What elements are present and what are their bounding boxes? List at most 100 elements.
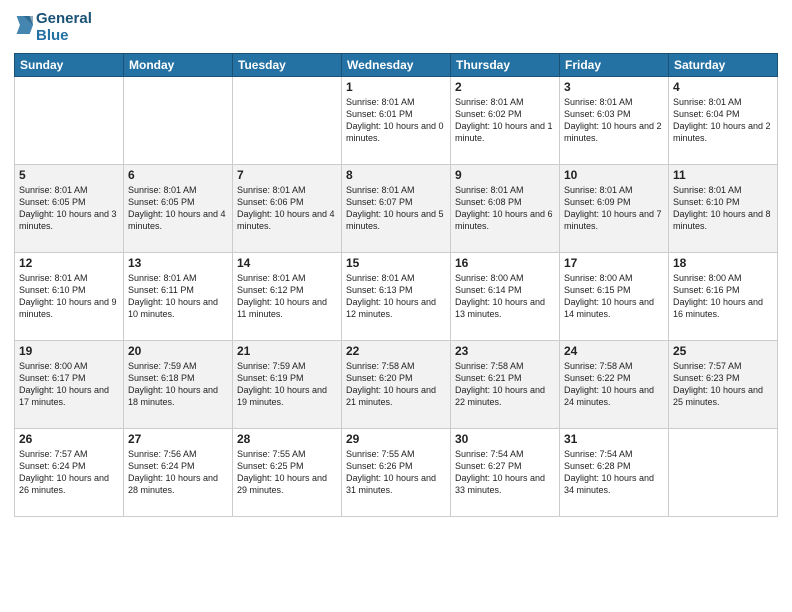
calendar-cell: 30Sunrise: 7:54 AMSunset: 6:27 PMDayligh… [451,428,560,516]
day-info: Sunrise: 8:00 AMSunset: 6:16 PMDaylight:… [673,272,773,321]
day-number: 20 [128,344,228,358]
calendar-cell: 5 Sunrise: 8:01 AMSunset: 6:05 PMDaylight… [15,164,124,252]
calendar-cell [124,76,233,164]
weekday-header-row: SundayMondayTuesdayWednesdayThursdayFrid… [15,53,778,76]
calendar-cell: 17 Sunrise: 8:00 AMSunset: 6:15 PMDayligh… [560,252,669,340]
calendar-cell [233,76,342,164]
calendar-cell: 8 Sunrise: 8:01 AMSunset: 6:07 PMDaylight… [342,164,451,252]
logo: General Blue [14,10,92,45]
calendar-cell: 9 Sunrise: 8:01 AMSunset: 6:08 PMDaylight… [451,164,560,252]
day-info: Sunrise: 8:01 AMSunset: 6:04 PMDaylight:… [673,96,773,145]
day-info: Sunrise: 8:01 AMSunset: 6:02 PMDaylight:… [455,96,555,145]
day-number: 1 [346,80,446,94]
day-number: 15 [346,256,446,270]
calendar-cell: 18Sunrise: 8:00 AMSunset: 6:16 PMDayligh… [669,252,778,340]
day-number: 28 [237,432,337,446]
day-info: Sunrise: 8:00 AMSunset: 6:15 PMDaylight:… [564,272,664,321]
calendar-cell: 1Sunrise: 8:01 AMSunset: 6:01 PMDaylight… [342,76,451,164]
weekday-friday: Friday [560,53,669,76]
day-info: Sunrise: 7:57 AMSunset: 6:23 PMDaylight:… [673,360,773,409]
day-info: Sunrise: 8:01 AMSunset: 6:10 PMDaylight:… [673,184,773,233]
day-number: 25 [673,344,773,358]
day-number: 27 [128,432,228,446]
calendar-cell: 10 Sunrise: 8:01 AMSunset: 6:09 PMDayligh… [560,164,669,252]
calendar-cell: 31 Sunrise: 7:54 AMSunset: 6:28 PMDayligh… [560,428,669,516]
day-number: 24 [564,344,664,358]
weekday-tuesday: Tuesday [233,53,342,76]
header: General Blue [14,10,778,45]
calendar-cell: 12 Sunrise: 8:01 AMSunset: 6:10 PMDayligh… [15,252,124,340]
day-info: Sunrise: 8:01 AMSunset: 6:10 PMDaylight:… [19,272,119,321]
calendar-week-5: 26 Sunrise: 7:57 AMSunset: 6:24 PMDayligh… [15,428,778,516]
day-number: 2 [455,80,555,94]
calendar-cell: 15 Sunrise: 8:01 AMSunset: 6:13 PMDayligh… [342,252,451,340]
logo-icon [15,14,33,36]
day-info: Sunrise: 7:56 AMSunset: 6:24 PMDaylight:… [128,448,228,497]
weekday-wednesday: Wednesday [342,53,451,76]
day-number: 9 [455,168,555,182]
day-number: 3 [564,80,664,94]
day-info: Sunrise: 8:00 AMSunset: 6:14 PMDaylight:… [455,272,555,321]
calendar-cell: 21 Sunrise: 7:59 AMSunset: 6:19 PMDayligh… [233,340,342,428]
day-number: 4 [673,80,773,94]
day-number: 12 [19,256,119,270]
calendar-week-3: 12 Sunrise: 8:01 AMSunset: 6:10 PMDayligh… [15,252,778,340]
calendar-cell: 13 Sunrise: 8:01 AMSunset: 6:11 PMDayligh… [124,252,233,340]
day-info: Sunrise: 8:01 AMSunset: 6:11 PMDaylight:… [128,272,228,321]
day-number: 10 [564,168,664,182]
day-number: 14 [237,256,337,270]
day-number: 8 [346,168,446,182]
calendar-cell: 14 Sunrise: 8:01 AMSunset: 6:12 PMDayligh… [233,252,342,340]
day-number: 31 [564,432,664,446]
day-info: Sunrise: 8:00 AMSunset: 6:17 PMDaylight:… [19,360,119,409]
day-info: Sunrise: 7:58 AMSunset: 6:20 PMDaylight:… [346,360,446,409]
calendar-cell: 22Sunrise: 7:58 AMSunset: 6:20 PMDayligh… [342,340,451,428]
calendar-week-4: 19Sunrise: 8:00 AMSunset: 6:17 PMDayligh… [15,340,778,428]
day-info: Sunrise: 8:01 AMSunset: 6:12 PMDaylight:… [237,272,337,321]
day-info: Sunrise: 7:58 AMSunset: 6:22 PMDaylight:… [564,360,664,409]
calendar-cell: 7 Sunrise: 8:01 AMSunset: 6:06 PMDaylight… [233,164,342,252]
calendar-cell: 26 Sunrise: 7:57 AMSunset: 6:24 PMDayligh… [15,428,124,516]
day-info: Sunrise: 7:54 AMSunset: 6:28 PMDaylight:… [564,448,664,497]
logo-line2: Blue [36,27,92,44]
calendar-cell [15,76,124,164]
day-number: 16 [455,256,555,270]
calendar-cell: 23Sunrise: 7:58 AMSunset: 6:21 PMDayligh… [451,340,560,428]
calendar-cell: 20 Sunrise: 7:59 AMSunset: 6:18 PMDayligh… [124,340,233,428]
page: General Blue SundayMondayTuesdayWednesda… [0,0,792,612]
day-number: 21 [237,344,337,358]
day-info: Sunrise: 8:01 AMSunset: 6:08 PMDaylight:… [455,184,555,233]
logo-line1: General [36,10,92,27]
calendar-cell: 4 Sunrise: 8:01 AMSunset: 6:04 PMDaylight… [669,76,778,164]
day-info: Sunrise: 8:01 AMSunset: 6:09 PMDaylight:… [564,184,664,233]
day-number: 5 [19,168,119,182]
calendar-cell: 24 Sunrise: 7:58 AMSunset: 6:22 PMDayligh… [560,340,669,428]
day-info: Sunrise: 7:55 AMSunset: 6:26 PMDaylight:… [346,448,446,497]
calendar-cell: 6Sunrise: 8:01 AMSunset: 6:05 PMDaylight… [124,164,233,252]
calendar-week-1: 1Sunrise: 8:01 AMSunset: 6:01 PMDaylight… [15,76,778,164]
day-info: Sunrise: 7:57 AMSunset: 6:24 PMDaylight:… [19,448,119,497]
day-info: Sunrise: 7:55 AMSunset: 6:25 PMDaylight:… [237,448,337,497]
calendar-cell: 11 Sunrise: 8:01 AMSunset: 6:10 PMDayligh… [669,164,778,252]
day-number: 23 [455,344,555,358]
day-info: Sunrise: 8:01 AMSunset: 6:13 PMDaylight:… [346,272,446,321]
day-info: Sunrise: 7:59 AMSunset: 6:18 PMDaylight:… [128,360,228,409]
day-number: 29 [346,432,446,446]
calendar-cell: 16 Sunrise: 8:00 AMSunset: 6:14 PMDayligh… [451,252,560,340]
day-number: 17 [564,256,664,270]
day-number: 11 [673,168,773,182]
calendar-week-2: 5 Sunrise: 8:01 AMSunset: 6:05 PMDaylight… [15,164,778,252]
day-number: 7 [237,168,337,182]
day-number: 30 [455,432,555,446]
day-info: Sunrise: 8:01 AMSunset: 6:05 PMDaylight:… [19,184,119,233]
day-info: Sunrise: 8:01 AMSunset: 6:03 PMDaylight:… [564,96,664,145]
day-number: 26 [19,432,119,446]
calendar-cell: 29 Sunrise: 7:55 AMSunset: 6:26 PMDayligh… [342,428,451,516]
day-info: Sunrise: 8:01 AMSunset: 6:07 PMDaylight:… [346,184,446,233]
day-info: Sunrise: 8:01 AMSunset: 6:06 PMDaylight:… [237,184,337,233]
calendar-cell: 3 Sunrise: 8:01 AMSunset: 6:03 PMDaylight… [560,76,669,164]
day-number: 6 [128,168,228,182]
day-number: 13 [128,256,228,270]
weekday-saturday: Saturday [669,53,778,76]
day-info: Sunrise: 7:59 AMSunset: 6:19 PMDaylight:… [237,360,337,409]
